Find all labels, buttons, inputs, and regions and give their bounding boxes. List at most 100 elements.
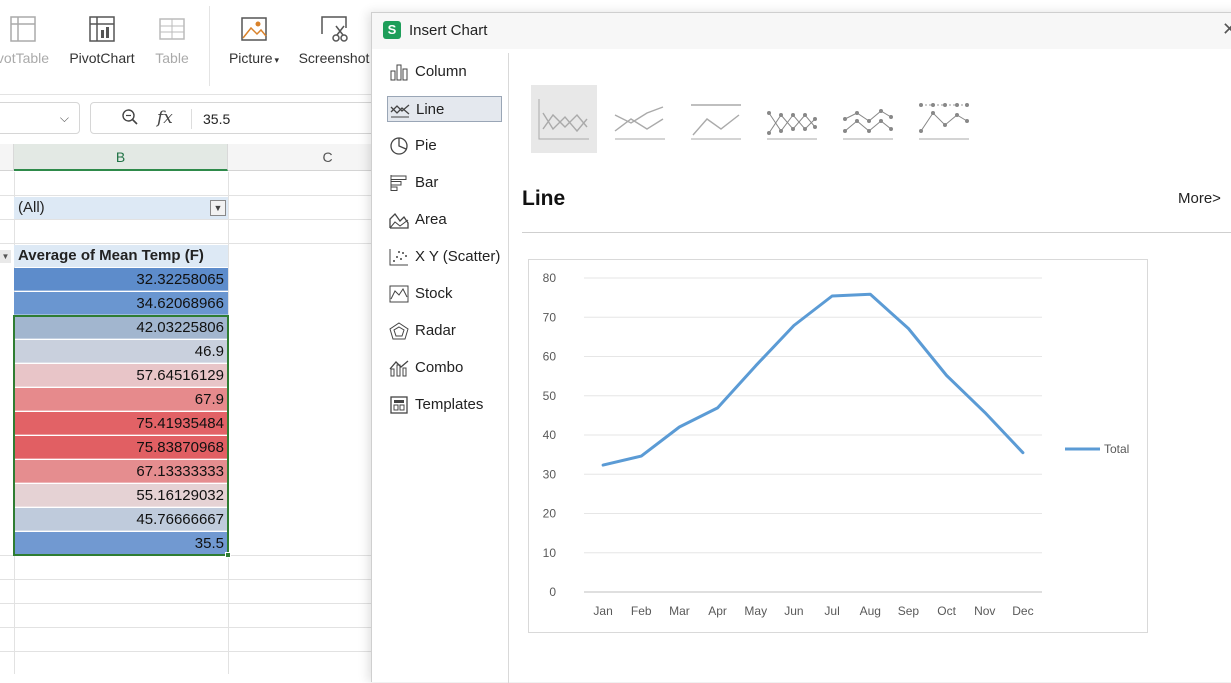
x-tick-label: Aug [860, 604, 881, 618]
y-tick-label: 10 [543, 546, 557, 560]
x-tick-label: Jan [593, 604, 612, 618]
category-label: Bar [415, 174, 439, 191]
x-tick-label: Sep [898, 604, 920, 618]
fill-handle[interactable] [225, 552, 231, 558]
y-tick-label: 40 [543, 428, 557, 442]
insert-chart-dialog: S Insert Chart ✕ Column Line Pie Bar Are… [371, 12, 1231, 683]
subtype-percent-stacked-line-markers[interactable] [911, 85, 977, 153]
category-area[interactable]: Area [387, 207, 502, 233]
close-icon[interactable]: ✕ [1222, 19, 1231, 40]
dialog-title: Insert Chart [409, 22, 488, 39]
screenshot-label: Screenshot [298, 50, 370, 66]
y-tick-label: 50 [543, 389, 557, 403]
subtype-stacked-line[interactable] [607, 85, 673, 153]
grid-line [0, 555, 380, 556]
function-icon[interactable]: fx [157, 108, 173, 128]
divider [522, 232, 1231, 233]
name-box[interactable]: ⌵ [0, 102, 80, 134]
pivot-value-cell[interactable]: 67.13333333 [14, 460, 228, 483]
line-chart: 0 10 20 30 40 50 60 70 80 Jan Feb Mar Apr May Jun Jul Au… [543, 271, 1130, 618]
category-templates[interactable]: Templates [387, 392, 502, 418]
picture-button[interactable]: Picture ▾ [222, 10, 286, 85]
pivot-value-cell[interactable]: 75.41935484 [14, 412, 228, 435]
category-label: Radar [415, 322, 456, 339]
grid-line [0, 195, 380, 196]
y-tick-label: 30 [543, 467, 557, 481]
pivot-value-header[interactable]: Average of Mean Temp (F) [14, 245, 228, 267]
formula-bar: ⌵ fx 35.5 [0, 100, 390, 136]
grid-line [0, 603, 380, 604]
category-label: Combo [415, 359, 464, 376]
table-button[interactable]: Table [146, 10, 198, 85]
subtype-line-markers[interactable] [759, 85, 825, 153]
row-collapse-icon[interactable]: ▼ [0, 250, 11, 263]
category-line[interactable]: Line [387, 96, 502, 122]
series-line [601, 292, 1025, 467]
chart-category-list: Column Line Pie Bar Area X Y (Scatter) S… [372, 53, 509, 683]
subtype-stacked-line-markers[interactable] [835, 85, 901, 153]
combo-chart-icon [389, 359, 409, 377]
grid-line [0, 219, 380, 220]
category-label: Area [415, 211, 447, 228]
zoom-icon[interactable] [121, 108, 139, 131]
chevron-down-icon[interactable]: ⌵ [60, 111, 69, 126]
grid-line [0, 243, 380, 244]
pivot-value-cell[interactable]: 46.9 [14, 340, 228, 363]
pivot-value-cell[interactable]: 42.03225806 [14, 316, 228, 339]
pivotchart-button[interactable]: PivotChart [64, 10, 140, 85]
category-radar[interactable]: Radar [387, 318, 502, 344]
subtype-percent-stacked-line[interactable] [683, 85, 749, 153]
more-link[interactable]: More> [1178, 190, 1221, 207]
category-combo[interactable]: Combo [387, 355, 502, 381]
column-header-b[interactable]: B [14, 144, 228, 171]
pivot-value-cell[interactable]: 45.76666667 [14, 508, 228, 531]
chart-preview[interactable]: 0 10 20 30 40 50 60 70 80 Jan Feb Mar Apr May Jun Jul Au… [528, 259, 1148, 633]
pivot-value-cell[interactable]: 55.16129032 [14, 484, 228, 507]
subtype-line[interactable] [531, 85, 597, 153]
column-header-a[interactable] [0, 144, 14, 171]
pivottable-button[interactable]: votTable [0, 10, 56, 85]
pivot-value-cell[interactable]: 34.62068966 [14, 292, 228, 315]
divider [191, 109, 192, 129]
x-tick-label: Apr [708, 604, 727, 618]
picture-icon [239, 14, 269, 44]
pivot-value-cell[interactable]: 57.64516129 [14, 364, 228, 387]
pivot-value-cell[interactable]: 67.9 [14, 388, 228, 411]
x-tick-label: May [744, 604, 767, 618]
pivotchart-label: PivotChart [69, 50, 135, 66]
grid-line [0, 579, 380, 580]
pivot-value-cell[interactable]: 75.83870968 [14, 436, 228, 459]
area-chart-icon [389, 211, 409, 229]
screenshot-button[interactable]: Screenshot [294, 10, 374, 85]
formula-value[interactable]: 35.5 [203, 111, 230, 127]
dialog-title-bar[interactable]: S Insert Chart ✕ [372, 13, 1231, 49]
y-tick-label: 80 [543, 271, 557, 285]
screenshot-icon [319, 14, 349, 44]
category-pie[interactable]: Pie [387, 133, 502, 159]
category-column[interactable]: Column [387, 59, 502, 85]
category-bar[interactable]: Bar [387, 170, 502, 196]
filter-dropdown-icon[interactable]: ▼ [210, 200, 226, 216]
x-tick-label: Mar [669, 604, 690, 618]
scatter-chart-icon [389, 248, 409, 266]
category-label: Pie [415, 137, 437, 154]
x-tick-label: Jul [824, 604, 839, 618]
pivot-value-cell[interactable]: 35.5 [14, 532, 228, 555]
category-stock[interactable]: Stock [387, 281, 502, 307]
pivot-value-cell[interactable]: 32.32258065 [14, 268, 228, 291]
line-chart-icon [390, 101, 410, 119]
app-logo-icon: S [383, 21, 401, 39]
category-label: X Y (Scatter) [415, 248, 501, 265]
grid-line [0, 651, 380, 652]
pivot-filter-cell[interactable]: (All) ▼ [14, 197, 228, 219]
x-tick-label: Jun [784, 604, 803, 618]
column-headers: B C [0, 144, 428, 171]
category-label: Line [416, 101, 445, 118]
pivottable-label: votTable [0, 50, 50, 66]
formula-input-area[interactable]: fx 35.5 [90, 102, 390, 134]
category-scatter[interactable]: X Y (Scatter) [387, 244, 502, 270]
x-tick-label: Oct [937, 604, 956, 618]
radar-chart-icon [389, 322, 409, 340]
y-tick-label: 70 [543, 310, 557, 324]
x-tick-label: Dec [1012, 604, 1033, 618]
